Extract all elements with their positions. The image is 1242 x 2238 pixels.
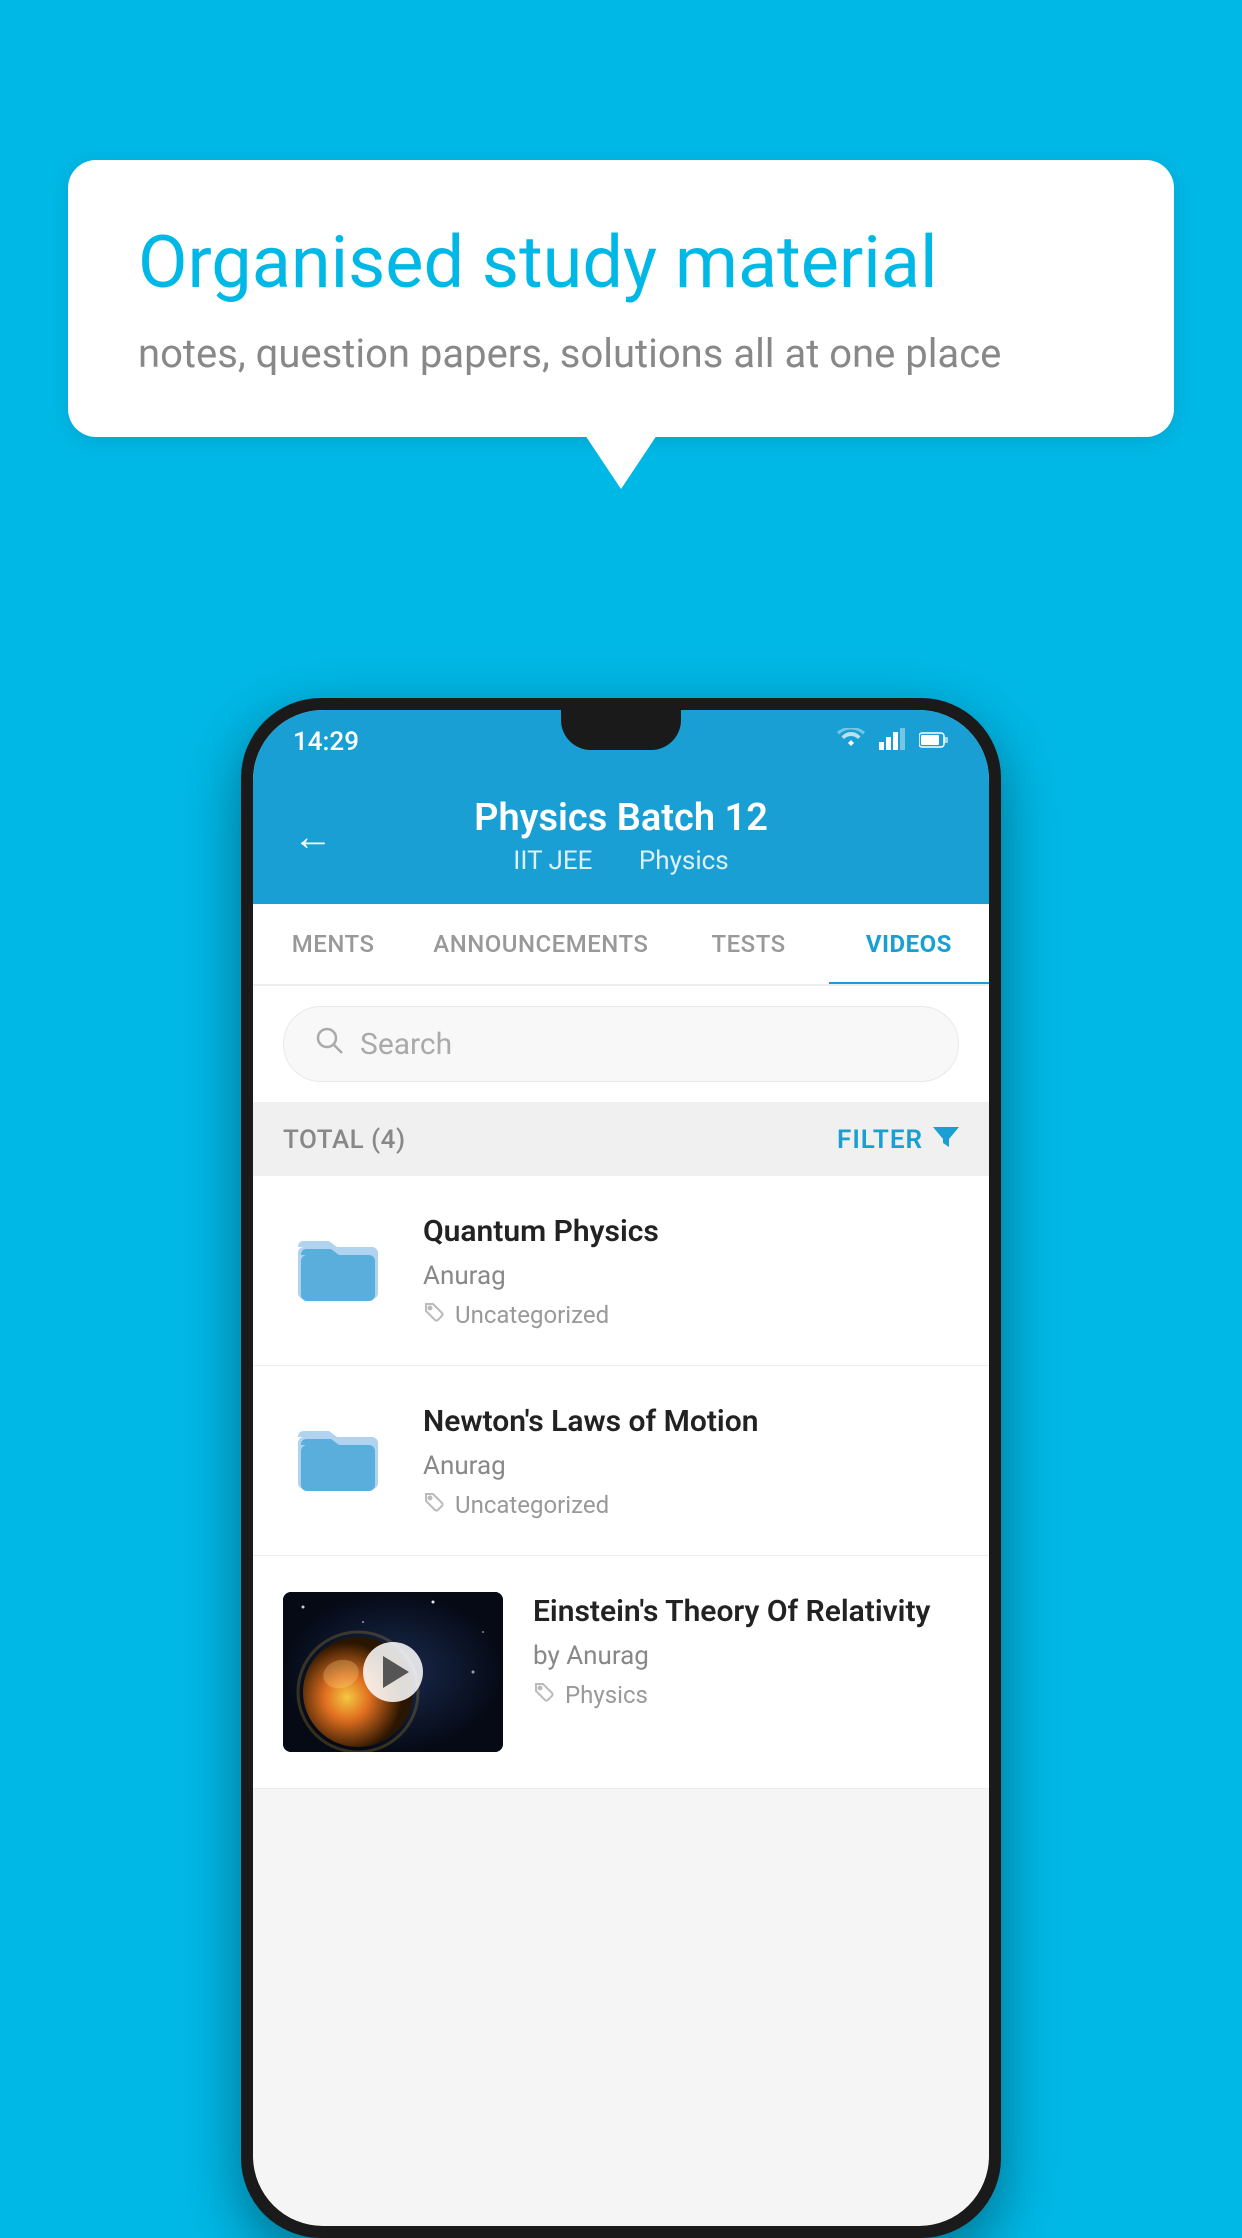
tag-icon <box>533 1681 555 1709</box>
wifi-icon <box>837 728 865 756</box>
signal-icon <box>879 728 905 756</box>
video-author: Anurag <box>423 1451 959 1481</box>
video-tag: Uncategorized <box>423 1491 959 1519</box>
filter-label: FILTER <box>837 1125 923 1155</box>
tag-label: Uncategorized <box>455 1301 609 1329</box>
video-info: Quantum Physics Anurag Uncategorized <box>423 1212 959 1329</box>
phone-frame: 14:29 <box>241 698 1001 2238</box>
filter-button[interactable]: FILTER <box>837 1123 959 1156</box>
folder-icon <box>293 1417 383 1497</box>
phone-inner: 14:29 <box>253 710 989 2226</box>
play-triangle-icon <box>383 1656 409 1688</box>
status-icons <box>837 728 949 756</box>
video-thumbnail <box>283 1212 393 1322</box>
tabs-bar: MENTS ANNOUNCEMENTS TESTS VIDEOS <box>253 904 989 986</box>
bubble-subtitle: notes, question papers, solutions all at… <box>138 330 1104 377</box>
status-bar: 14:29 <box>253 710 989 774</box>
video-tag: Uncategorized <box>423 1301 959 1329</box>
list-item[interactable]: Quantum Physics Anurag Uncategorized <box>253 1176 989 1366</box>
tab-tests[interactable]: TESTS <box>668 904 828 984</box>
tag-label: Physics <box>565 1681 648 1709</box>
speech-bubble-container: Organised study material notes, question… <box>68 160 1174 437</box>
header-tag2: Physics <box>639 846 729 876</box>
tag-icon <box>423 1491 445 1519</box>
tab-videos[interactable]: VIDEOS <box>829 904 989 984</box>
tag-label: Uncategorized <box>455 1491 609 1519</box>
folder-icon <box>293 1227 383 1307</box>
search-input-wrapper[interactable]: Search <box>283 1006 959 1082</box>
filter-icon <box>933 1123 959 1156</box>
tab-announcements[interactable]: ANNOUNCEMENTS <box>413 904 668 984</box>
video-author: by Anurag <box>533 1641 959 1671</box>
total-count: TOTAL (4) <box>283 1125 406 1155</box>
video-title: Einstein's Theory Of Relativity <box>533 1592 959 1631</box>
tab-ments[interactable]: MENTS <box>253 904 413 984</box>
back-button[interactable]: ← <box>293 813 333 860</box>
video-info: Einstein's Theory Of Relativity by Anura… <box>533 1592 959 1709</box>
speech-bubble: Organised study material notes, question… <box>68 160 1174 437</box>
video-thumbnail <box>283 1402 393 1512</box>
search-icon <box>314 1025 344 1063</box>
video-author: Anurag <box>423 1261 959 1291</box>
filter-row: TOTAL (4) FILTER <box>253 1103 989 1176</box>
app-header: ← Physics Batch 12 IIT JEE Physics <box>253 774 989 904</box>
video-title: Quantum Physics <box>423 1212 959 1251</box>
search-container: Search <box>253 986 989 1103</box>
list-item[interactable]: Newton's Laws of Motion Anurag Uncategor… <box>253 1366 989 1556</box>
header-title-block: Physics Batch 12 IIT JEE Physics <box>474 796 768 876</box>
bubble-title: Organised study material <box>138 220 1104 306</box>
video-thumbnail-image <box>283 1592 503 1752</box>
video-info: Newton's Laws of Motion Anurag Uncategor… <box>423 1402 959 1519</box>
battery-icon <box>919 730 949 755</box>
video-title: Newton's Laws of Motion <box>423 1402 959 1441</box>
phone-notch <box>561 710 681 750</box>
header-tag1: IIT JEE <box>513 846 592 876</box>
list-item[interactable]: Einstein's Theory Of Relativity by Anura… <box>253 1556 989 1789</box>
status-time: 14:29 <box>293 727 359 757</box>
header-subtitle: IIT JEE Physics <box>474 846 768 876</box>
video-tag: Physics <box>533 1681 959 1709</box>
play-button[interactable] <box>363 1642 423 1702</box>
tag-icon <box>423 1301 445 1329</box>
header-title: Physics Batch 12 <box>474 796 768 840</box>
search-input[interactable]: Search <box>360 1027 452 1062</box>
video-list: Quantum Physics Anurag Uncategorized <box>253 1176 989 1789</box>
